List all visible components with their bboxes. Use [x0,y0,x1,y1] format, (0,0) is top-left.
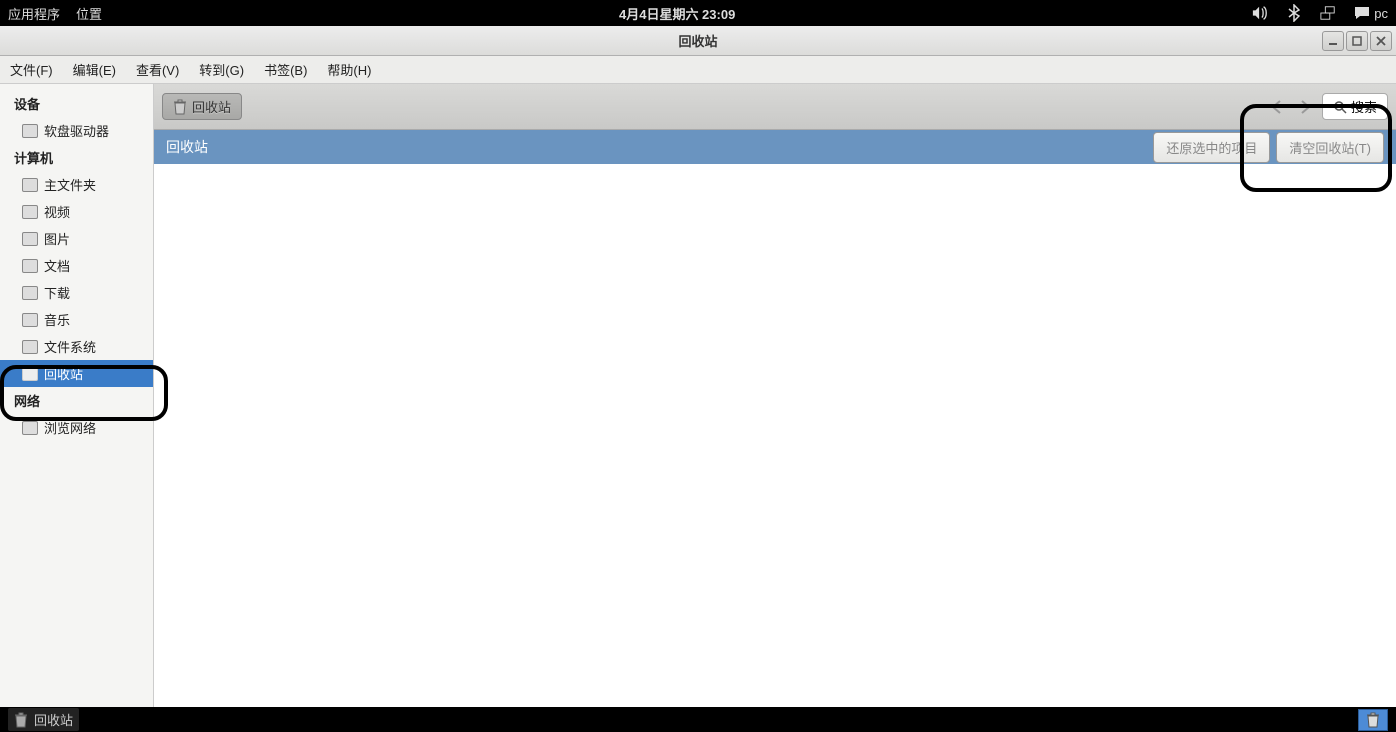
sidebar-item-music[interactable]: 音乐 [0,306,153,333]
folder-icon [22,286,38,300]
file-manager-window: 回收站 文件(F) 编辑(E) 查看(V) 转到(G) 书签(B) 帮助(H) … [0,26,1396,707]
places-menu[interactable]: 位置 [76,4,102,23]
pathbar: 回收站 搜索 [154,84,1396,130]
file-area[interactable] [154,164,1396,707]
folder-icon [22,232,38,246]
sidebar-item-videos[interactable]: 视频 [0,198,153,225]
volume-icon[interactable] [1252,5,1268,21]
menu-bookmarks[interactable]: 书签(B) [260,58,311,81]
main-pane: 回收站 搜索 回收站 [154,84,1396,707]
drive-icon [22,124,38,138]
drive-icon [22,340,38,354]
sidebar-item-label: 视频 [44,202,70,221]
menu-help[interactable]: 帮助(H) [323,58,375,81]
sidebar-item-label: 文档 [44,256,70,275]
titlebar[interactable]: 回收站 [0,26,1396,56]
path-chip-trash[interactable]: 回收站 [162,93,242,120]
sidebar-item-label: 回收站 [44,364,83,383]
search-icon [1333,100,1347,114]
sidebar: 设备 软盘驱动器 计算机 主文件夹 视频 图片 文档 [0,84,154,707]
trash-icon [173,99,187,115]
sidebar-item-trash[interactable]: 回收站 [0,360,153,387]
sidebar-item-label: 浏览网络 [44,418,96,437]
sidebar-section-network: 网络 [0,387,153,414]
empty-trash-button[interactable]: 清空回收站(T) [1276,132,1384,163]
sidebar-section-computer: 计算机 [0,144,153,171]
sidebar-item-downloads[interactable]: 下载 [0,279,153,306]
folder-icon [22,259,38,273]
sidebar-item-label: 图片 [44,229,70,248]
folder-icon [22,178,38,192]
minimize-button[interactable] [1322,31,1344,51]
bottom-taskbar: 回收站 [0,707,1396,732]
sidebar-section-devices: 设备 [0,90,153,117]
sidebar-item-label: 音乐 [44,310,70,329]
sidebar-item-label: 主文件夹 [44,175,96,194]
menu-file[interactable]: 文件(F) [6,58,57,81]
user-menu[interactable]: pc [1354,6,1388,21]
taskbar-entry-trash[interactable]: 回收站 [8,708,79,731]
menu-edit[interactable]: 编辑(E) [69,58,120,81]
menubar: 文件(F) 编辑(E) 查看(V) 转到(G) 书签(B) 帮助(H) [0,56,1396,84]
taskbar-label: 回收站 [34,710,73,729]
applications-menu[interactable]: 应用程序 [8,4,60,23]
close-button[interactable] [1370,31,1392,51]
network-icon [22,421,38,435]
sidebar-item-documents[interactable]: 文档 [0,252,153,279]
sidebar-item-pictures[interactable]: 图片 [0,225,153,252]
trash-icon [1366,712,1380,728]
sidebar-item-floppy[interactable]: 软盘驱动器 [0,117,153,144]
menu-go[interactable]: 转到(G) [195,58,248,81]
chat-icon [1354,6,1370,20]
maximize-button[interactable] [1346,31,1368,51]
bluetooth-icon[interactable] [1286,5,1302,21]
action-bar: 回收站 还原选中的项目 清空回收站(T) [154,130,1396,164]
clock[interactable]: 4月4日星期六 23:09 [102,4,1252,23]
sidebar-item-home[interactable]: 主文件夹 [0,171,153,198]
path-label: 回收站 [192,97,231,116]
nav-back-icon[interactable] [1266,99,1288,115]
trash-icon [14,712,28,728]
network-icon[interactable] [1320,5,1336,21]
action-bar-title: 回收站 [166,137,208,157]
folder-icon [22,205,38,219]
search-button[interactable]: 搜索 [1322,93,1388,120]
menu-view[interactable]: 查看(V) [132,58,183,81]
username-label: pc [1374,6,1388,21]
search-label: 搜索 [1351,97,1377,116]
sidebar-item-filesystem[interactable]: 文件系统 [0,333,153,360]
nav-forward-icon[interactable] [1294,99,1316,115]
tray-trash-button[interactable] [1358,709,1388,731]
sidebar-item-label: 下载 [44,283,70,302]
folder-icon [22,313,38,327]
sidebar-item-label: 文件系统 [44,337,96,356]
sidebar-item-browse-network[interactable]: 浏览网络 [0,414,153,441]
trash-icon [22,367,38,381]
restore-selected-button[interactable]: 还原选中的项目 [1153,132,1270,163]
sidebar-item-label: 软盘驱动器 [44,121,109,140]
system-top-panel: 应用程序 位置 4月4日星期六 23:09 pc [0,0,1396,26]
window-title: 回收站 [0,31,1396,50]
